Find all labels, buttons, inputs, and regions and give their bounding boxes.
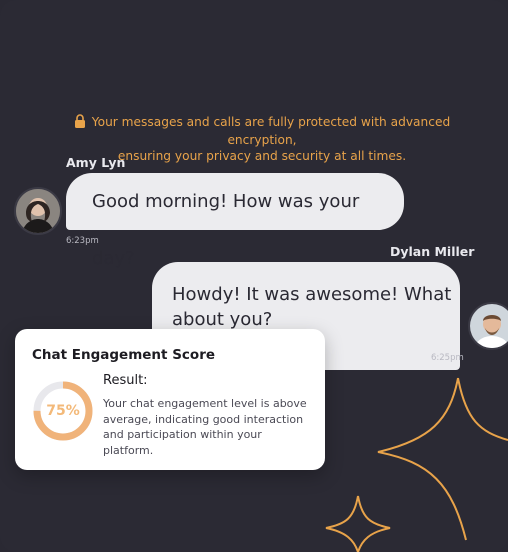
- avatar-dylan[interactable]: [468, 302, 508, 350]
- score-value: 75%: [46, 403, 80, 419]
- notice-line-2: ensuring your privacy and security at al…: [117, 149, 407, 163]
- notice-line-1: Your messages and calls are fully protec…: [91, 115, 451, 147]
- person-avatar-icon: [470, 304, 508, 348]
- sender-name-amy: Amy Lyn: [66, 155, 126, 170]
- message-time-amy: 6:23pm: [66, 236, 99, 246]
- lock-icon: [74, 114, 86, 132]
- card-title: Chat Engagement Score: [32, 347, 216, 363]
- sender-name-dylan: Dylan Miller: [390, 244, 475, 259]
- result-label: Result:: [103, 373, 148, 388]
- engagement-score-card: Chat Engagement Score 75% Result: Your c…: [15, 329, 325, 470]
- person-avatar-icon: [16, 189, 60, 233]
- message-time-dylan: 6:25pm: [431, 353, 464, 363]
- message-bubble-amy[interactable]: Good morning! How was your day?: [66, 173, 404, 269]
- chat-screen: Your messages and calls are fully protec…: [0, 0, 508, 552]
- result-description: Your chat engagement level is above aver…: [103, 397, 307, 457]
- message-line-1: Howdy! It was awesome! What: [172, 284, 452, 305]
- message-line-2: about you?: [172, 309, 273, 330]
- avatar-amy[interactable]: [14, 187, 62, 235]
